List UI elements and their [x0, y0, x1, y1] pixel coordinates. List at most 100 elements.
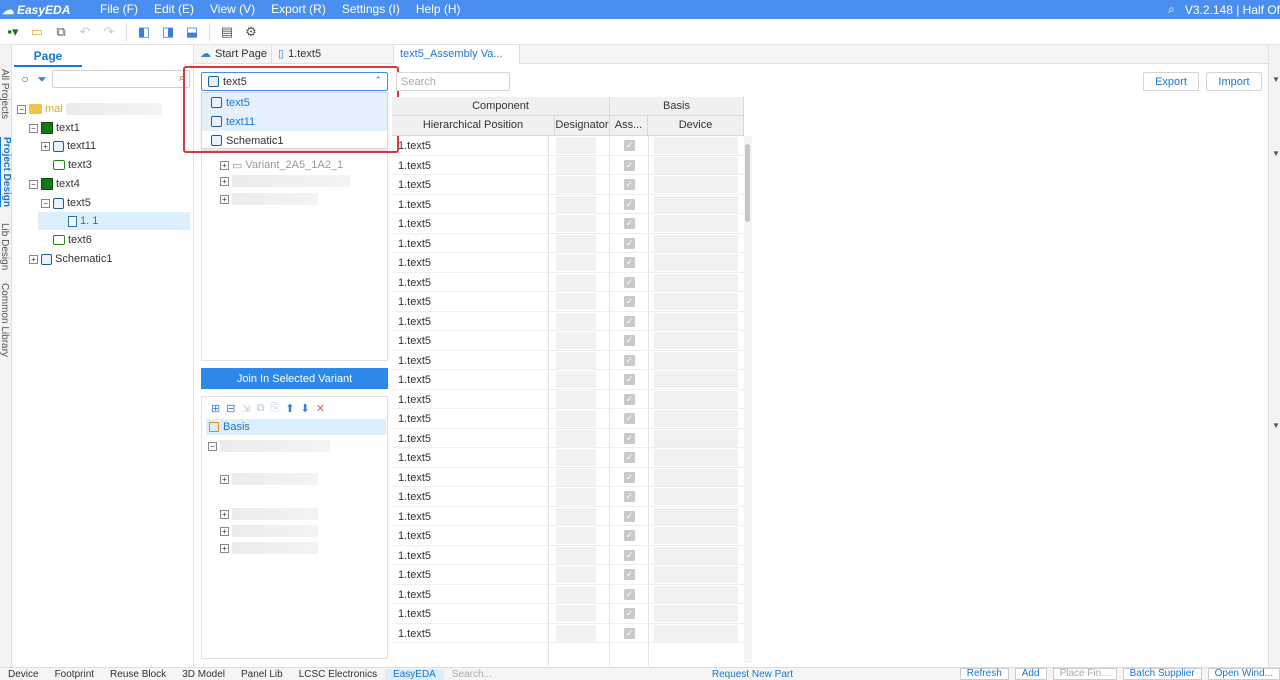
header-designator[interactable]: Designator	[555, 116, 610, 135]
assembly-checkbox[interactable]: ✓	[624, 432, 635, 444]
expand-toggle[interactable]: +	[41, 141, 50, 151]
tree-item-text3[interactable]: text3	[53, 156, 92, 174]
delete-icon[interactable]: ✕	[316, 402, 325, 415]
assembly-checkbox[interactable]: ✓	[624, 510, 635, 522]
assembly-checkbox[interactable]: ✓	[624, 159, 635, 171]
assembly-checkbox[interactable]: ✓	[624, 237, 635, 249]
undo-icon[interactable]: ↶	[74, 21, 96, 43]
join-selected-variant-button[interactable]: Join In Selected Variant	[201, 368, 388, 389]
variant-list-item[interactable]: +	[220, 190, 318, 208]
expand-toggle[interactable]: +	[220, 474, 229, 484]
table-row[interactable]: 1.text5 ✓	[392, 468, 744, 487]
copy-icon[interactable]: ⧉	[257, 402, 265, 415]
assembly-checkbox[interactable]: ✓	[624, 354, 635, 366]
menu-view[interactable]: View (V)	[202, 0, 263, 19]
table-row[interactable]: 1.text5 ✓	[392, 370, 744, 390]
table-row[interactable]: 1.text5 ✓	[392, 507, 744, 526]
table-row[interactable]: 1.text5 ✓	[392, 487, 744, 507]
tree-item-root[interactable]: − mai	[17, 100, 162, 118]
table-row[interactable]: 1.text5 ✓	[392, 448, 744, 468]
export-button[interactable]: Export	[1143, 72, 1199, 91]
collapse-toggle[interactable]: −	[29, 179, 38, 189]
right-panel-toggle-icon[interactable]: ◨	[157, 21, 179, 43]
tree-item-text6[interactable]: text6	[53, 231, 92, 249]
table-row[interactable]: 1.text5 ✓	[392, 195, 744, 214]
assembly-checkbox[interactable]: ✓	[624, 218, 635, 229]
save-all-icon[interactable]: ⧉	[50, 21, 72, 43]
assembly-checkbox[interactable]: ✓	[624, 374, 635, 385]
table-row[interactable]: 1.text5 ✓	[392, 526, 744, 546]
assembly-checkbox[interactable]: ✓	[624, 471, 635, 483]
menu-export[interactable]: Export (R)	[263, 0, 334, 19]
table-row[interactable]: 1.text5 ✓	[392, 409, 744, 429]
tree-item-schematic1[interactable]: + Schematic1	[29, 250, 112, 268]
tab-1-text5[interactable]: ▯ 1.text5	[272, 45, 394, 64]
table-row[interactable]: 1.text5 ✓	[392, 214, 744, 234]
redo-icon[interactable]: ↷	[98, 21, 120, 43]
assembly-checkbox[interactable]: ✓	[624, 276, 635, 288]
table-row[interactable]: 1.text5 ✓	[392, 390, 744, 409]
assembly-checkbox[interactable]: ✓	[624, 296, 635, 307]
tab-start-page[interactable]: ☁ Start Page	[194, 45, 272, 64]
move-down-icon[interactable]: ⬇	[301, 402, 310, 415]
new-file-icon[interactable]: ▪▾	[2, 21, 24, 43]
assembly-checkbox[interactable]: ✓	[624, 179, 635, 190]
add-group-icon[interactable]: ⊞	[211, 402, 220, 415]
open-window-button[interactable]: Open Wind...	[1207, 668, 1280, 680]
table-row[interactable]: 1.text5 ✓	[392, 136, 744, 156]
scrollbar-thumb[interactable]	[745, 144, 750, 222]
expand-toggle[interactable]: +	[220, 160, 229, 170]
table-row[interactable]: 1.text5 ✓	[392, 604, 744, 624]
tab-device[interactable]: Device	[0, 669, 47, 680]
assembly-checkbox[interactable]: ✓	[624, 140, 635, 151]
caret-down-icon[interactable]: ▼	[1272, 75, 1280, 84]
table-row[interactable]: 1.text5 ✓	[392, 624, 744, 643]
menu-edit[interactable]: Edit (E)	[146, 0, 202, 19]
menu-help[interactable]: Help (H)	[408, 0, 469, 19]
assembly-checkbox[interactable]: ✓	[624, 569, 635, 580]
tree-item-text1[interactable]: − text1	[29, 119, 80, 137]
tab-assembly-variant[interactable]: text5_Assembly Va...	[394, 45, 520, 64]
assembly-checkbox[interactable]: ✓	[624, 335, 635, 346]
filter-icon[interactable]: ⏷	[35, 72, 49, 87]
open-folder-icon[interactable]: ▭	[26, 21, 48, 43]
collapse-toggle[interactable]: −	[29, 123, 38, 133]
assembly-checkbox[interactable]: ✓	[624, 257, 635, 268]
expand-toggle[interactable]: +	[220, 526, 229, 536]
variant-source-select[interactable]: text5 ⌃	[201, 72, 388, 91]
variant-list-item[interactable]: +	[220, 172, 350, 190]
assembly-checkbox[interactable]: ✓	[624, 413, 635, 424]
dropdown-option-text11[interactable]: text11	[202, 112, 387, 131]
tab-footprint[interactable]: Footprint	[47, 669, 102, 680]
assembly-checkbox[interactable]: ✓	[624, 549, 635, 561]
move-up-icon[interactable]: ⬆	[285, 402, 294, 415]
import-button[interactable]: Import	[1206, 72, 1262, 91]
caret-down-icon[interactable]: ▼	[1272, 149, 1280, 158]
expand-toggle[interactable]: +	[29, 254, 38, 264]
header-assembly[interactable]: Ass...	[610, 116, 648, 135]
tab-panel-lib[interactable]: Panel Lib	[233, 669, 291, 680]
dropdown-option-schematic1[interactable]: Schematic1	[202, 131, 387, 150]
basis-child-row[interactable]: +	[220, 505, 318, 523]
search-icon[interactable]: ⌕	[1168, 2, 1175, 17]
tab-easyeda[interactable]: EasyEDA	[385, 668, 444, 680]
assembly-checkbox[interactable]: ✓	[624, 393, 635, 405]
table-row[interactable]: 1.text5 ✓	[392, 585, 744, 604]
assembly-checkbox[interactable]: ✓	[624, 530, 635, 541]
locate-search-icon[interactable]: ○	[18, 72, 32, 86]
tab-lib-design[interactable]: Lib Design	[0, 223, 10, 270]
menu-settings[interactable]: Settings (I)	[334, 0, 408, 19]
table-row[interactable]: 1.text5 ✓	[392, 253, 744, 273]
tree-item-text11[interactable]: + text11	[41, 137, 96, 155]
tree-item-text5[interactable]: − text5	[41, 194, 91, 212]
header-device[interactable]: Device	[648, 116, 744, 135]
tab-page[interactable]: Page	[14, 47, 82, 67]
table-row[interactable]: 1.text5 ✓	[392, 351, 744, 370]
assembly-checkbox[interactable]: ✓	[624, 588, 635, 600]
tab-lcsc-electronics[interactable]: LCSC Electronics	[291, 669, 385, 680]
grid-search-input[interactable]	[396, 72, 510, 91]
add-item-icon[interactable]: ⊟	[226, 402, 235, 415]
basis-child-row[interactable]: −	[208, 437, 330, 455]
table-row[interactable]: 1.text5 ✓	[392, 312, 744, 331]
bottom-panel-toggle-icon[interactable]: ⬓	[181, 21, 203, 43]
